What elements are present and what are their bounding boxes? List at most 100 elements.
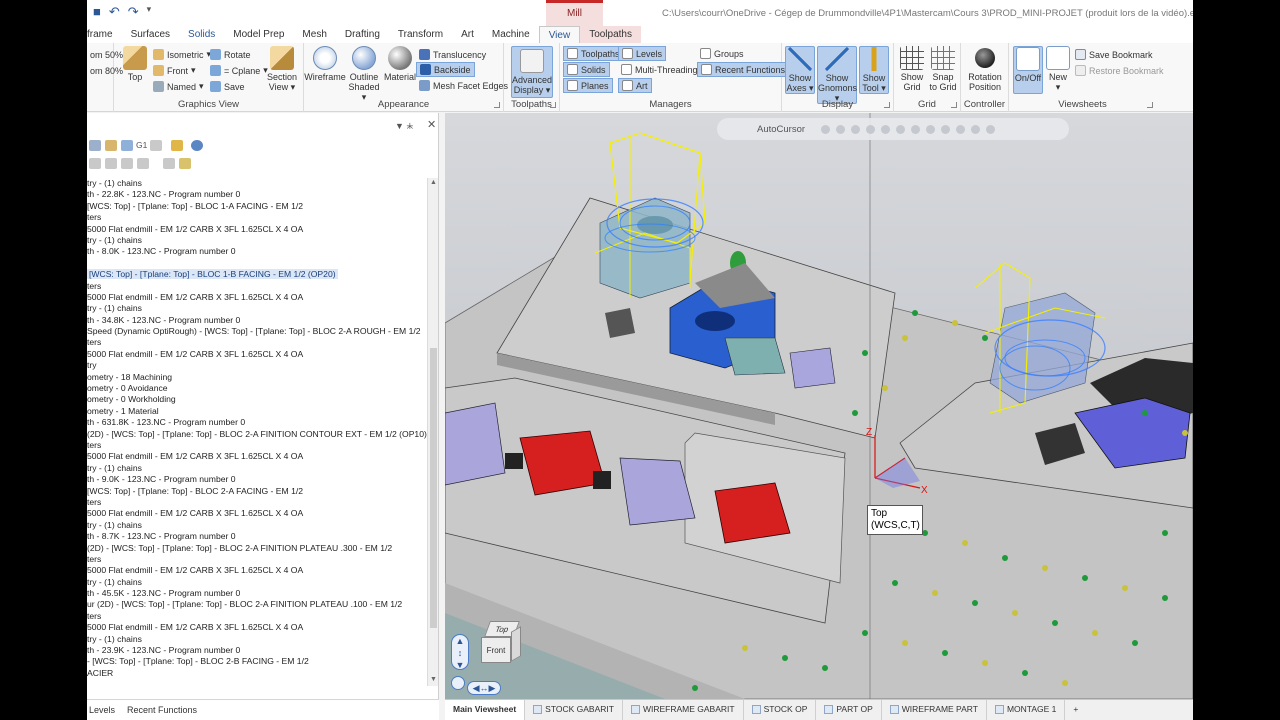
viewsheet-tab-wireframe-gabarit[interactable]: WIREFRAME GABARIT [623, 700, 744, 720]
operation-row[interactable]: ur (2D) - [WCS: Top] - [Tplane: Top] - B… [87, 599, 427, 610]
expand-icon[interactable] [121, 158, 133, 169]
operation-row[interactable]: th - 22.8K - 123.NC - Program number 0 [87, 189, 427, 200]
operation-row[interactable]: ometry - 18 Machining [87, 372, 427, 383]
viewsheet-tab-part-op[interactable]: PART OP [816, 700, 882, 720]
operation-row[interactable]: (2D) - [WCS: Top] - [Tplane: Top] - BLOC… [87, 429, 427, 440]
graphics-viewport[interactable]: Z X AutoCursor Top (WCS,C,T) Top Front ▲… [445, 113, 1193, 699]
tab-wireframe[interactable]: frame [87, 26, 122, 43]
snap-tool-icon[interactable] [866, 124, 876, 134]
snap-tool-icon[interactable] [941, 124, 951, 134]
regen-icon[interactable] [105, 140, 117, 151]
viewcube-front-face[interactable]: Front [481, 637, 511, 663]
recent-functions-button[interactable]: Recent Functions [697, 62, 790, 77]
restore-bookmark-button[interactable]: Restore Bookmark [1072, 63, 1167, 78]
view-cube[interactable]: Top Front [477, 621, 523, 667]
operation-row[interactable]: ters [87, 212, 427, 223]
operation-row[interactable]: 5000 Flat endmill - EM 1/2 CARB X 3FL 1.… [87, 451, 427, 462]
select-all-icon[interactable] [89, 140, 101, 151]
post-icon[interactable] [150, 140, 162, 151]
snap-to-grid-button[interactable]: Snap to Grid [927, 46, 959, 92]
tab-toolpaths[interactable]: Toolpaths [580, 26, 641, 43]
autocursor-label[interactable]: AutoCursor [757, 124, 805, 135]
rotation-position-button[interactable]: Rotation Position [964, 46, 1006, 92]
operation-row[interactable]: [WCS: Top] - [Tplane: Top] - BLOC 1-A FA… [87, 201, 427, 212]
zoom-control-icon[interactable]: ▲ ↕ ▼ [451, 634, 469, 670]
operation-row[interactable]: (2D) - [WCS: Top] - [Tplane: Top] - BLOC… [87, 543, 427, 554]
section-view-button[interactable]: Section View ▾ [264, 46, 300, 92]
show-grid-button[interactable]: Show Grid [898, 46, 926, 92]
groups-manager-button[interactable]: Groups [697, 46, 747, 61]
advanced-display-button[interactable]: Advanced Display ▾ [511, 46, 553, 98]
operation-row[interactable]: try - (1) chains [87, 235, 427, 246]
mesh-facet-edges-button[interactable]: Mesh Facet Edges [416, 78, 511, 93]
scroll-up-icon[interactable]: ▲ [429, 179, 438, 188]
toolpaths-launcher-icon[interactable] [550, 102, 556, 108]
snap-tool-icon[interactable] [896, 124, 906, 134]
operation-row[interactable]: try - (1) chains [87, 303, 427, 314]
tab-view[interactable]: View [538, 26, 581, 43]
tab-art[interactable]: Art [452, 26, 483, 43]
art-manager-button[interactable]: Art [618, 78, 652, 93]
operation-row[interactable]: th - 34.8K - 123.NC - Program number 0 [87, 315, 427, 326]
isometric-button[interactable]: Isometric ▾ [150, 47, 214, 62]
show-gnomons-button[interactable]: Show Gnomons ▾ [817, 46, 857, 104]
operation-row[interactable]: 5000 Flat endmill - EM 1/2 CARB X 3FL 1.… [87, 565, 427, 576]
operation-row[interactable]: ters [87, 611, 427, 622]
help-icon[interactable] [191, 140, 203, 151]
wireframe-button[interactable]: Wireframe [304, 46, 346, 82]
operation-row[interactable]: th - 8.7K - 123.NC - Program number 0 [87, 531, 427, 542]
snap-tool-icon[interactable] [836, 124, 846, 134]
translucency-button[interactable]: Translucency [416, 47, 489, 62]
multithreading-button[interactable]: Multi-Threading [618, 62, 701, 77]
operation-row[interactable]: try - (1) chains [87, 520, 427, 531]
snap-tool-icon[interactable] [911, 124, 921, 134]
viewsheet-tab-wireframe-part[interactable]: WIREFRAME PART [882, 700, 987, 720]
snap-tool-icon[interactable] [851, 124, 861, 134]
appearance-launcher-icon[interactable] [494, 102, 500, 108]
snap-tool-icon[interactable] [821, 124, 831, 134]
display-launcher-icon[interactable] [884, 102, 890, 108]
viewsheet-tab-main[interactable]: Main Viewsheet [445, 700, 526, 720]
outline-shaded-button[interactable]: Outline Shaded ▾ [346, 46, 382, 102]
scroll-down-icon[interactable]: ▼ [429, 676, 438, 685]
tab-surfaces[interactable]: Surfaces [122, 26, 179, 43]
front-button[interactable]: Front ▾ [150, 63, 199, 78]
snap-tool-icon[interactable] [881, 124, 891, 134]
viewsheets-onoff-button[interactable]: On/Off [1013, 46, 1043, 94]
levels-manager-button[interactable]: Levels [618, 46, 667, 61]
operation-row[interactable]: ters [87, 554, 427, 565]
copy-icon[interactable] [105, 158, 117, 169]
tab-transform[interactable]: Transform [389, 26, 452, 43]
viewsheets-launcher-icon[interactable] [1147, 102, 1153, 108]
operation-row[interactable]: try - (1) chains [87, 634, 427, 645]
operation-row[interactable]: th - 8.0K - 123.NC - Program number 0 [87, 246, 427, 257]
operation-row[interactable] [87, 258, 427, 269]
pan-control-icon[interactable]: ◀↔▶ [467, 681, 501, 695]
planes-manager-button[interactable]: Planes [563, 78, 613, 93]
show-tool-button[interactable]: Show Tool ▾ [859, 46, 889, 94]
tab-drafting[interactable]: Drafting [336, 26, 389, 43]
backside-button[interactable]: Backside [416, 62, 475, 77]
snap-tool-icon[interactable] [926, 124, 936, 134]
new-viewsheet-button[interactable]: New ▾ [1045, 46, 1071, 92]
operations-scrollbar[interactable]: ▲ ▼ [427, 178, 438, 686]
tab-model-prep[interactable]: Model Prep [224, 26, 293, 43]
operation-row[interactable]: ters [87, 440, 427, 451]
operation-row[interactable]: 5000 Flat endmill - EM 1/2 CARB X 3FL 1.… [87, 508, 427, 519]
lock-icon[interactable] [171, 140, 183, 151]
customize-icon[interactable]: ▾ [147, 4, 152, 20]
toggle-display-icon[interactable] [163, 158, 175, 169]
tab-levels[interactable]: Levels [89, 705, 115, 715]
operation-row[interactable]: [WCS: Top] - [Tplane: Top] - BLOC 1-B FA… [87, 269, 427, 280]
autocursor-toolbar[interactable]: AutoCursor [717, 118, 1069, 140]
operation-row[interactable]: ters [87, 281, 427, 292]
grid-launcher-icon[interactable] [951, 102, 957, 108]
viewsheet-tab-stock-gabarit[interactable]: STOCK GABARIT [525, 700, 623, 720]
pin-icon[interactable]: ▼ ⯸ [395, 119, 413, 135]
snap-tool-icon[interactable] [956, 124, 966, 134]
rotate-button[interactable]: Rotate [207, 47, 254, 62]
save-icon[interactable]: ■ [93, 4, 101, 20]
tab-recent-functions[interactable]: Recent Functions [127, 705, 197, 715]
named-view-button[interactable]: Named ▾ [150, 79, 207, 94]
scene-canvas[interactable]: Z X [445, 113, 1193, 699]
